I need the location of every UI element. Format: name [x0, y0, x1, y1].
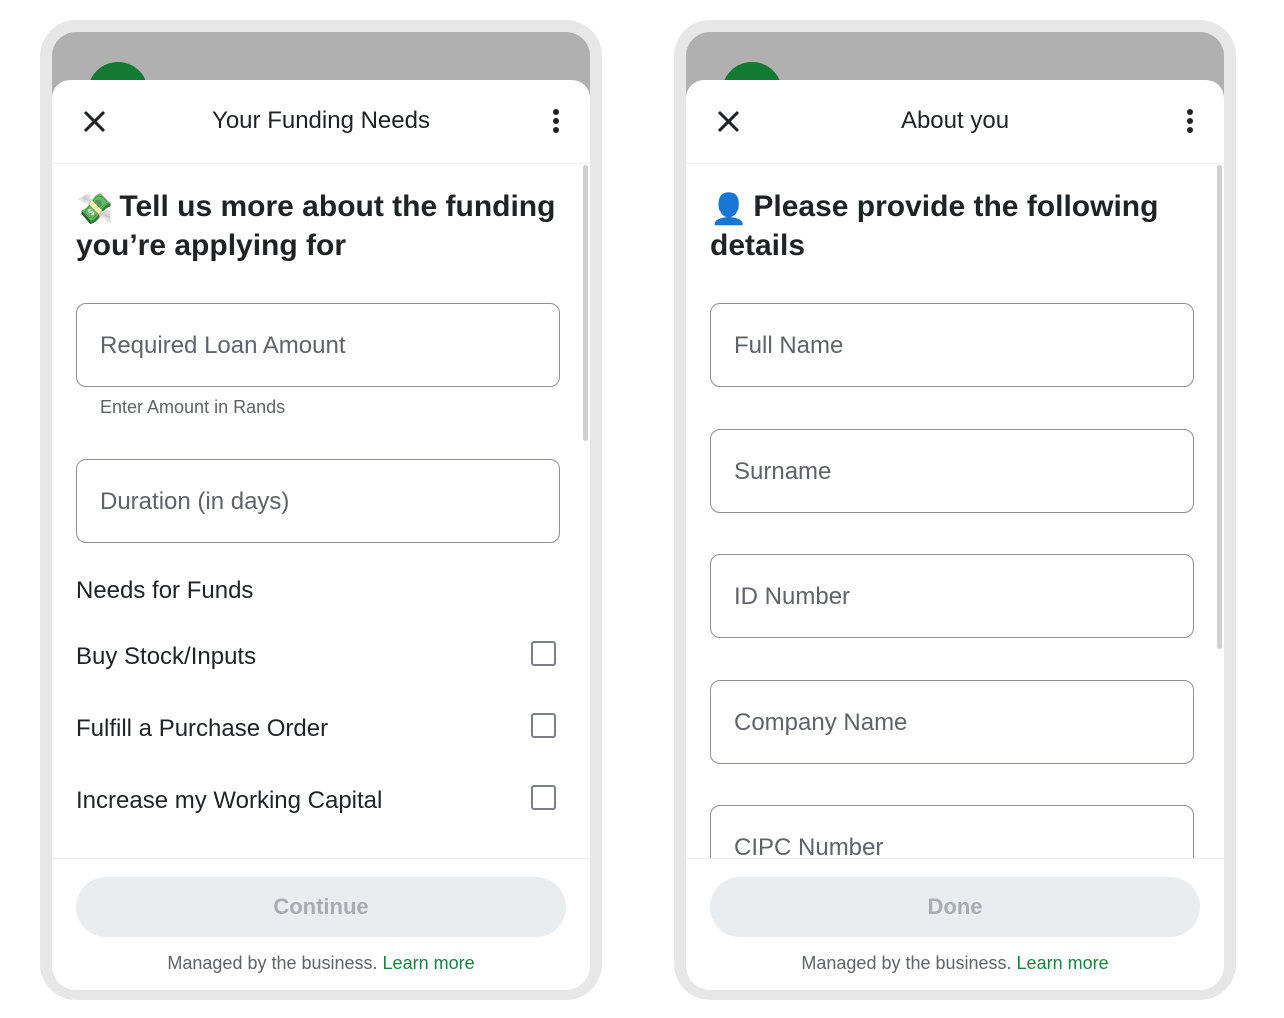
company-name-field[interactable]: Company Name	[710, 680, 1194, 764]
checkbox-label: Fulfill a Purchase Order	[76, 715, 329, 742]
more-vertical-icon[interactable]	[1176, 107, 1204, 137]
field-placeholder: Required Loan Amount	[100, 332, 346, 359]
phone-screen: Your Funding Needs 💸 Tell us more about t…	[52, 32, 590, 990]
person-silhouette-icon: 👤	[710, 193, 748, 226]
full-name-field[interactable]: Full Name	[710, 303, 1194, 387]
learn-more-link[interactable]: Learn more	[383, 953, 475, 973]
bottom-sheet: Your Funding Needs 💸 Tell us more about t…	[52, 80, 590, 990]
sheet-header: Your Funding Needs	[52, 80, 590, 164]
form-heading-text: Please provide the following details	[710, 190, 1159, 262]
continue-button[interactable]: Continue	[76, 877, 566, 937]
scrollbar[interactable]	[1217, 165, 1222, 649]
bottom-sheet: About you 👤 Please provide the following …	[686, 80, 1224, 990]
managed-by-label: Managed by the business.	[167, 953, 378, 973]
form-heading: 💸 Tell us more about the funding you’re a…	[76, 189, 556, 264]
checkbox[interactable]	[531, 785, 556, 810]
checkbox[interactable]	[531, 713, 556, 738]
surname-field[interactable]: Surname	[710, 429, 1194, 513]
id-number-field[interactable]: ID Number	[710, 554, 1194, 638]
form-heading: 👤 Please provide the following details	[710, 189, 1190, 264]
sheet-footer: Continue Managed by the business. Learn …	[52, 858, 590, 990]
managed-by-text: Managed by the business. Learn more	[52, 953, 590, 974]
checkbox[interactable]	[531, 641, 556, 666]
form-content[interactable]: 👤 Please provide the following details Fu…	[686, 165, 1224, 858]
sheet-title: About you	[900, 107, 1010, 134]
managed-by-text: Managed by the business. Learn more	[686, 953, 1224, 974]
cipc-number-field[interactable]: CIPC Number	[710, 805, 1194, 858]
done-button[interactable]: Done	[710, 877, 1200, 937]
field-placeholder: Full Name	[734, 332, 844, 359]
money-with-wings-icon: 💸	[76, 193, 114, 226]
field-placeholder: Company Name	[734, 709, 908, 736]
form-content[interactable]: 💸 Tell us more about the funding you’re a…	[52, 165, 590, 858]
field-placeholder: CIPC Number	[734, 834, 884, 858]
sheet-header: About you	[686, 80, 1224, 164]
more-vertical-icon[interactable]	[542, 107, 570, 137]
phone-funding-needs: Your Funding Needs 💸 Tell us more about t…	[40, 20, 602, 1000]
checkbox-row-purchase-order[interactable]: Fulfill a Purchase Order	[76, 711, 556, 747]
sheet-title: Your Funding Needs	[212, 107, 430, 134]
checkbox-row-buy-stock[interactable]: Buy Stock/Inputs	[76, 639, 556, 675]
phone-screen: About you 👤 Please provide the following …	[686, 32, 1224, 990]
sheet-footer: Done Managed by the business. Learn more	[686, 858, 1224, 990]
checkbox-row-working-capital[interactable]: Increase my Working Capital	[76, 783, 556, 819]
needs-section-title: Needs for Funds	[76, 577, 254, 604]
required-loan-amount-field[interactable]: Required Loan Amount	[76, 303, 560, 387]
field-placeholder: Surname	[734, 458, 832, 485]
scrollbar[interactable]	[583, 165, 588, 441]
learn-more-link[interactable]: Learn more	[1017, 953, 1109, 973]
phone-about-you: About you 👤 Please provide the following …	[674, 20, 1236, 1000]
managed-by-label: Managed by the business.	[801, 953, 1012, 973]
checkbox-label: Increase my Working Capital	[76, 787, 383, 814]
form-heading-text: Tell us more about the funding you’re ap…	[76, 190, 556, 262]
field-placeholder: Duration (in days)	[100, 488, 290, 515]
field-placeholder: ID Number	[734, 583, 851, 610]
loan-amount-helper-text: Enter Amount in Rands	[100, 397, 286, 417]
duration-field[interactable]: Duration (in days)	[76, 459, 560, 543]
checkbox-label: Buy Stock/Inputs	[76, 643, 257, 670]
